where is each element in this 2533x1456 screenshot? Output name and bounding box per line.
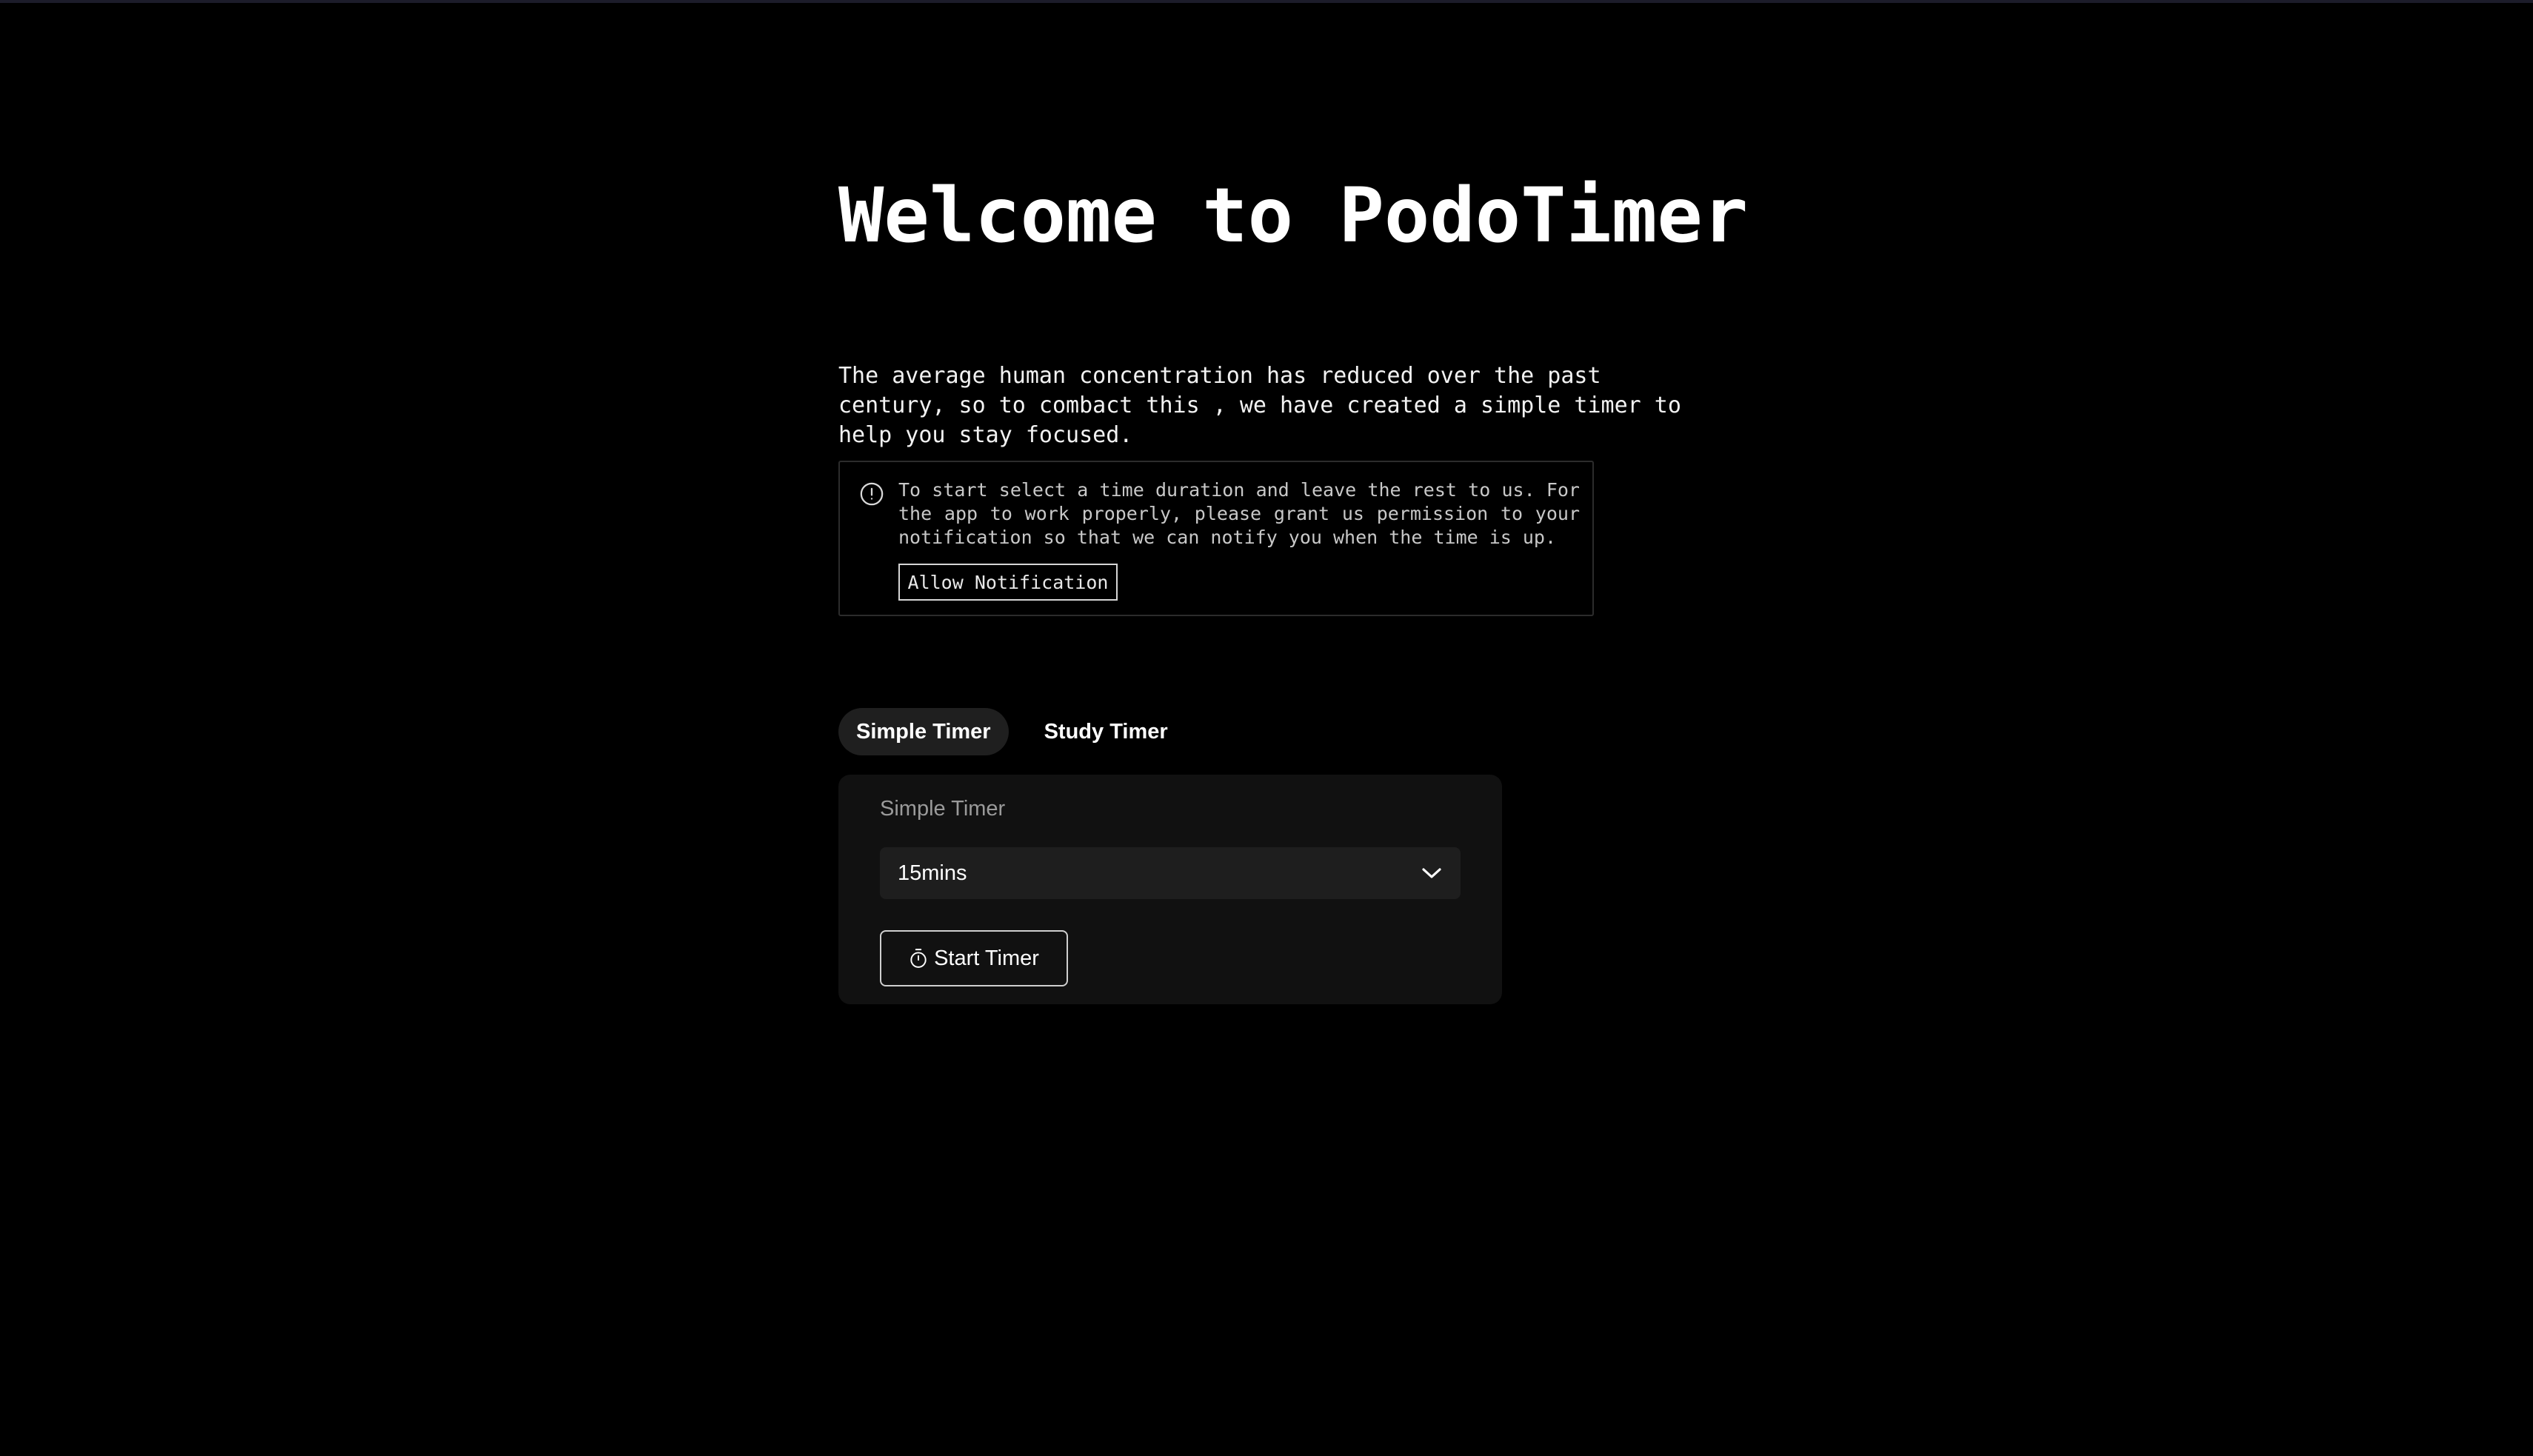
timer-icon (910, 949, 927, 968)
start-timer-label: Start Timer (934, 946, 1039, 970)
main-content: Welcome to PodoTimer The average human c… (838, 163, 1749, 1004)
allow-notification-button[interactable]: Allow Notification (898, 564, 1118, 601)
start-timer-button[interactable]: Start Timer (880, 930, 1068, 986)
intro-paragraph: The average human concentration has redu… (838, 363, 1681, 448)
duration-select[interactable]: 15mins (880, 847, 1461, 899)
top-edge-strip (0, 0, 2533, 3)
page-title: Welcome to PodoTimer (838, 172, 1749, 260)
alert-circle-icon (860, 482, 884, 506)
duration-selected-value: 15mins (898, 861, 967, 885)
tab-simple-timer[interactable]: Simple Timer (838, 708, 1009, 755)
notification-alert: To start select a time duration and leav… (838, 461, 1594, 616)
tab-study-timer[interactable]: Study Timer (1027, 708, 1186, 755)
alert-message: To start select a time duration and leav… (898, 479, 1580, 548)
card-label: Simple Timer (880, 797, 1006, 821)
chevron-down-icon (1422, 868, 1441, 878)
simple-timer-card: Simple Timer 15mins Start Timer (838, 775, 1502, 1004)
timer-tabs: Simple Timer Study Timer (838, 708, 1186, 755)
